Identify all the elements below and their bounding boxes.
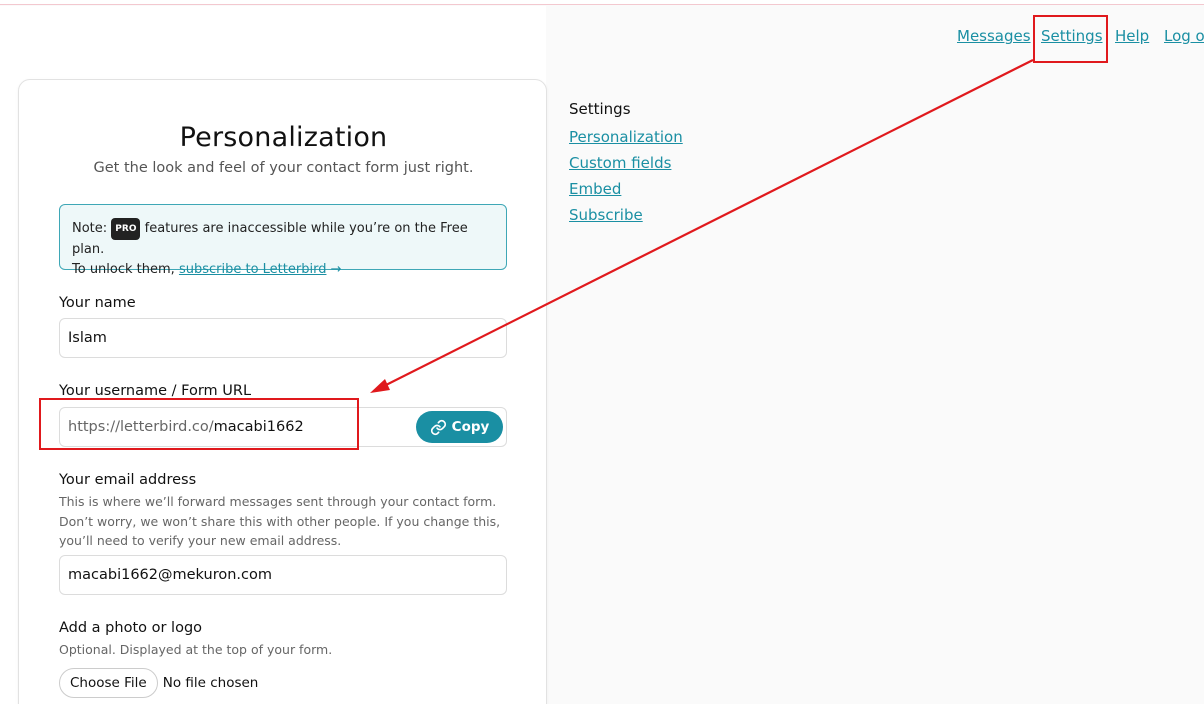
plan-note: Note: PRO features are inaccessible whil…	[59, 204, 507, 277]
nav-log-out[interactable]: Log o	[1164, 27, 1204, 45]
name-input[interactable]: Islam	[59, 318, 507, 358]
username-value: macabi1662	[213, 419, 304, 435]
note-prefix: Note:	[72, 221, 108, 236]
copy-button[interactable]: Copy	[416, 411, 503, 443]
subscribe-link[interactable]: subscribe to Letterbird	[179, 262, 327, 277]
page-title: Personalization	[179, 122, 388, 153]
file-status: No file chosen	[162, 675, 259, 691]
nav-help[interactable]: Help	[1115, 27, 1149, 45]
settings-link-personalization[interactable]: Personalization	[569, 127, 683, 147]
email-label: Your email address	[59, 472, 197, 488]
name-value: Islam	[68, 330, 107, 346]
photo-label: Add a photo or logo	[59, 620, 203, 636]
note-line2: To unlock them,	[72, 262, 175, 277]
photo-help: Optional. Displayed at the top of your f…	[59, 642, 333, 657]
copy-label: Copy	[451, 419, 490, 435]
settings-link-embed[interactable]: Embed	[569, 179, 683, 199]
personalization-card: Personalization Get the look and feel of…	[18, 79, 547, 704]
name-label: Your name	[59, 295, 136, 311]
settings-link-subscribe[interactable]: Subscribe	[569, 205, 683, 225]
settings-link-custom-fields[interactable]: Custom fields	[569, 153, 683, 173]
settings-sidebar: Settings Personalization Custom fields E…	[569, 100, 683, 231]
email-help: This is where we’ll forward messages sen…	[59, 494, 501, 548]
nav-settings[interactable]: Settings	[1041, 27, 1103, 45]
username-input[interactable]: https://letterbird.co/macabi1662 Copy	[59, 407, 507, 447]
choose-file-button[interactable]: Choose File	[59, 668, 158, 698]
email-value: macabi1662@mekuron.com	[68, 567, 272, 583]
link-icon	[430, 419, 446, 435]
file-picker: Choose File No file chosen	[59, 668, 258, 698]
top-border	[0, 0, 1204, 5]
pro-badge: PRO	[111, 218, 141, 240]
settings-heading: Settings	[569, 100, 631, 118]
arrow-right-icon: →	[330, 262, 342, 277]
page-subtitle: Get the look and feel of your contact fo…	[93, 160, 474, 176]
url-prefix: https://letterbird.co/	[68, 419, 214, 435]
email-input[interactable]: macabi1662@mekuron.com	[59, 555, 507, 595]
username-label: Your username / Form URL	[59, 383, 252, 399]
nav-messages[interactable]: Messages	[957, 27, 1031, 45]
